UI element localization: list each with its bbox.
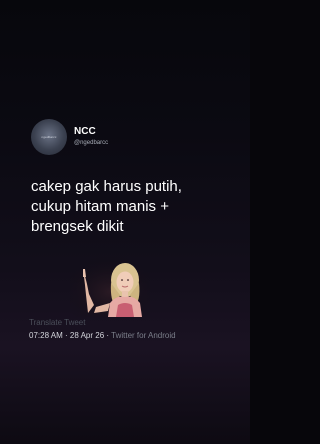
- tweet-timestamp[interactable]: 07:28 AM · 28 Apr 26 ·: [29, 331, 111, 340]
- tweet-text-line: cakep gak harus putih,: [31, 178, 182, 195]
- user-handle[interactable]: @ngedbarcc: [74, 138, 108, 148]
- tweet-meta: 07:28 AM · 28 Apr 26 · Twitter for Andro…: [29, 331, 176, 340]
- display-name[interactable]: NCC: [74, 126, 108, 138]
- tweet-text-line: brengsek dikit: [31, 218, 124, 235]
- tweet-text-line: cukup hitam manis +: [31, 198, 169, 215]
- tweet-screenshot: ngedbarcc NCC @ngedbarcc cakep gak harus…: [0, 0, 250, 444]
- translate-tweet-link[interactable]: Translate Tweet: [29, 318, 85, 327]
- tweet-source-link[interactable]: Twitter for Android: [111, 331, 175, 340]
- tweet-media-image[interactable]: [70, 255, 150, 317]
- avatar[interactable]: ngedbarcc: [31, 119, 67, 155]
- tweet-header: ngedbarcc NCC @ngedbarcc: [31, 119, 108, 155]
- avatar-label: ngedbarcc: [41, 135, 57, 139]
- tweet-text: cakep gak harus putih, cukup hitam manis…: [31, 177, 245, 237]
- author-info: NCC @ngedbarcc: [74, 126, 108, 148]
- pointing-woman-image-icon: [70, 255, 150, 317]
